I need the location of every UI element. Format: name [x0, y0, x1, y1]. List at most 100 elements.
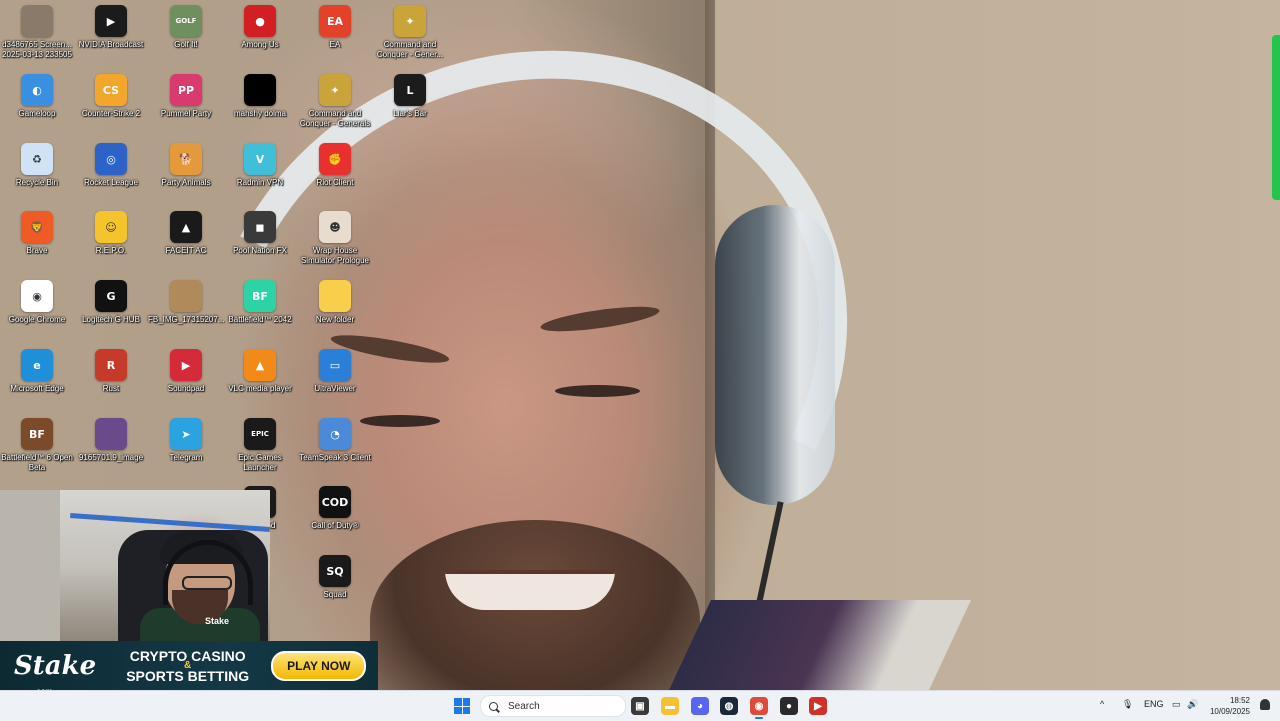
desktop-icon[interactable]: R Rust — [74, 349, 148, 394]
desktop-icon[interactable]: ◐ Gameloop — [0, 74, 74, 119]
desktop-icon[interactable]: ◉ Google Chrome — [0, 280, 74, 325]
desktop-icon[interactable]: GOLF Golf It! — [149, 5, 223, 50]
task-view-icon[interactable]: ▣ — [631, 697, 649, 715]
wallpaper-smile — [445, 570, 615, 610]
desktop-icon[interactable]: CS Counter-Strike 2 — [74, 74, 148, 119]
desktop-icon[interactable]: ▶ Soundpad — [149, 349, 223, 394]
desktop-icon-label: Brave — [26, 246, 48, 255]
webcam-glasses — [182, 576, 232, 590]
webcam-overlay: Stake — [0, 490, 270, 642]
discord-icon[interactable]: ◕ — [691, 697, 709, 715]
microsoft-edge-icon: e — [21, 349, 53, 381]
logitech-ghub-icon: G — [95, 280, 127, 312]
network-icon[interactable]: ▭ — [1172, 699, 1181, 710]
steam-icon[interactable]: ◍ — [720, 697, 738, 715]
screenshot-thumbnail — [21, 5, 53, 37]
desktop-icon[interactable]: e Microsoft Edge — [0, 349, 74, 394]
file-explorer-icon[interactable]: ▬ — [661, 697, 679, 715]
vlc-icon: ▲ — [244, 349, 276, 381]
desktop-icon[interactable]: ● Among Us — [223, 5, 297, 50]
stake-ad-banner[interactable]: Stake .com CRYPTO CASINO & SPORTS BETTIN… — [0, 641, 378, 696]
desktop-icon[interactable]: ☻ Wrap House Simulator Prologue — [298, 211, 372, 266]
taskbar-search-box[interactable]: Search — [480, 695, 626, 717]
golf-it-icon: GOLF — [170, 5, 202, 37]
stake-logo-text: Stake — [14, 651, 97, 681]
desktop-icon-label: Recycle Bin — [15, 178, 59, 187]
clock-time: 18:52 — [1229, 696, 1250, 705]
desktop-icon[interactable]: ▭ UltraViewer — [298, 349, 372, 394]
desktop-icon-label: New folder — [315, 315, 355, 324]
desktop-icon[interactable]: BF Battlefield™ 6 Open Beta — [0, 418, 74, 473]
desktop-icon[interactable]: ◔ TeamSpeak 3 Client — [298, 418, 372, 463]
windows-logo-pane — [462, 706, 470, 714]
desktop-icon[interactable]: ✦ Command and Conquer - Generals — [298, 74, 372, 129]
desktop-icon-label: 9165701.9_image — [78, 453, 144, 462]
stake-tagline-line2: SPORTS BETTING — [126, 668, 250, 684]
notification-bell-icon[interactable] — [1260, 699, 1270, 710]
windows-logo-pane — [462, 698, 470, 706]
windows-logo-pane — [454, 706, 462, 714]
obs-icon[interactable]: ● — [780, 697, 798, 715]
desktop-icon[interactable]: ✦ Command and Conquer - Gener... — [373, 5, 447, 60]
desktop-icon[interactable]: 9165701.9_image — [74, 418, 148, 463]
microphone-icon[interactable]: 🎙 — [1122, 699, 1133, 710]
active-app-indicator — [755, 717, 763, 719]
volume-icon[interactable]: 🔊 — [1187, 699, 1198, 710]
webcam-background-wall — [0, 490, 60, 642]
desktop-icon[interactable]: ☺ R.E.P.O. — [74, 211, 148, 256]
show-hidden-icons-chevron-icon[interactable]: ^ — [1100, 699, 1104, 709]
desktop-icon-label: Battlefield™ 2042 — [228, 315, 292, 324]
desktop-icon[interactable]: New folder — [298, 280, 372, 325]
desktop-icon[interactable]: mahshy dolma — [223, 74, 297, 119]
ea-icon: EA — [319, 5, 351, 37]
desktop-icon-label: Gameloop — [18, 109, 56, 118]
windows-logo-pane — [454, 698, 462, 706]
desktop-icon[interactable]: V Radmin VPN — [223, 143, 297, 188]
desktop-icon-label: Command and Conquer - Generals — [299, 109, 371, 128]
screen-edge-scrollbar[interactable] — [1272, 35, 1280, 200]
desktop-icon-label: Wrap House Simulator Prologue — [300, 246, 370, 265]
desktop-icon[interactable]: ▶ NVIDIA Broadcast — [74, 5, 148, 50]
desktop-icon[interactable]: ♻ Recycle Bin — [0, 143, 74, 188]
wallpaper-right-eye — [555, 385, 640, 397]
desktop-icon[interactable]: d3486765 Screen... 2025-03-13 233505 — [0, 5, 74, 60]
start-button[interactable] — [454, 698, 470, 714]
desktop-icon[interactable]: ➤ Telegram — [149, 418, 223, 463]
media-app-icon[interactable]: ▶ — [809, 697, 827, 715]
clock[interactable]: 18:52 10/09/2025 — [1210, 695, 1250, 717]
desktop-icon-label: Command and Conquer - Gener... — [376, 40, 444, 59]
telegram-icon: ➤ — [170, 418, 202, 450]
desktop-icon[interactable]: 🐕 Party Animals — [149, 143, 223, 188]
desktop-icon[interactable]: G Logitech G HUB — [74, 280, 148, 325]
wallpaper-headset-cup — [715, 205, 835, 505]
desktop-icon[interactable]: BF Battlefield™ 2042 — [223, 280, 297, 325]
rocket-league-icon: ◎ — [95, 143, 127, 175]
desktop-icon[interactable]: EPIC Epic Games Launcher — [223, 418, 297, 473]
desktop-icon[interactable]: FB_IMG_17315207... — [148, 280, 225, 325]
search-icon — [489, 701, 498, 711]
desktop-icon-label: Soundpad — [167, 384, 205, 393]
desktop-icon[interactable]: 🦁 Brave — [0, 211, 74, 256]
pummel-party-icon: PP — [170, 74, 202, 106]
desktop-icon[interactable]: ▲ VLC media player — [223, 349, 297, 394]
desktop-icon[interactable]: PP Pummel Party — [149, 74, 223, 119]
nvidia-broadcast-icon: ▶ — [95, 5, 127, 37]
desktop-icon[interactable]: ▲ FACEIT AC — [149, 211, 223, 256]
desktop-icon[interactable]: SQ Squad — [298, 555, 372, 600]
image-file-icon — [95, 418, 127, 450]
desktop-icon[interactable]: ◼ Pool Nation FX — [223, 211, 297, 256]
taskbar: Search ▣ ▬ ◕ ◍ ◉ ● ▶ ^ 🎙 ENG ▭ 🔊 18:52 10/09/2… — [0, 690, 1280, 721]
counter-strike-icon: CS — [95, 74, 127, 106]
desktop-icon[interactable]: COD Call of Duty® — [298, 486, 372, 531]
language-indicator[interactable]: ENG — [1144, 699, 1164, 709]
desktop-icon[interactable]: ✊ Riot Client — [298, 143, 372, 188]
image-file-icon — [170, 280, 202, 312]
desktop-icon[interactable]: EA EA — [298, 5, 372, 50]
desktop-icon-label: Squad — [323, 590, 347, 599]
chrome-icon[interactable]: ◉ — [750, 697, 768, 715]
desktop-icon[interactable]: ◎ Rocket League — [74, 143, 148, 188]
play-now-button[interactable]: PLAY NOW — [271, 651, 367, 681]
desktop-icon[interactable]: L Liar's Bar — [373, 74, 447, 119]
recycle-bin-icon: ♻ — [21, 143, 53, 175]
desktop-icon-label: Rocket League — [84, 178, 138, 187]
